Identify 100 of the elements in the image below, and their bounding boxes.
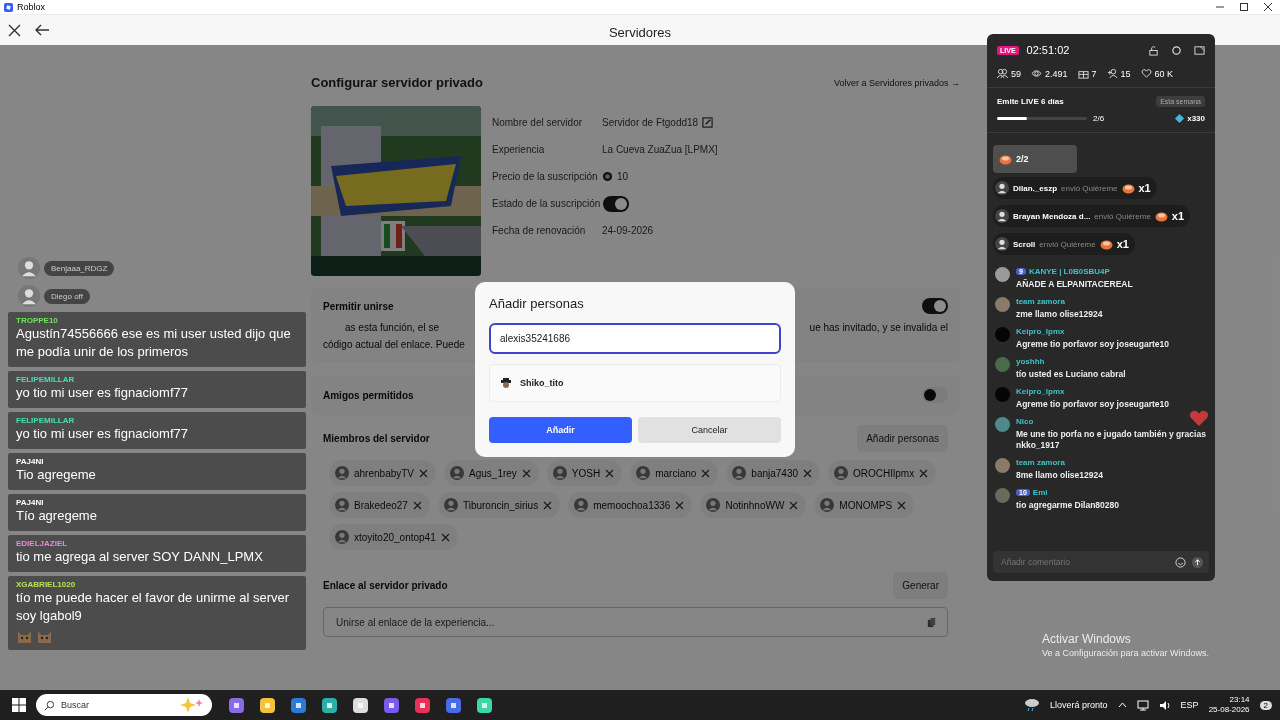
add-button[interactable]: Añadir	[489, 417, 632, 443]
avatar-icon	[995, 357, 1010, 372]
start-icon[interactable]	[12, 698, 26, 712]
network-icon[interactable]	[1136, 699, 1149, 711]
member-chip[interactable]: banja7430	[726, 460, 821, 486]
remove-icon[interactable]	[605, 468, 615, 478]
chevron-up-icon[interactable]	[1117, 702, 1127, 708]
avatar-icon	[732, 466, 747, 480]
remove-icon[interactable]	[789, 500, 799, 510]
remove-icon[interactable]	[419, 468, 429, 478]
avatar-icon	[820, 498, 835, 512]
comment-text: Agreme tio porfavor soy joseugarte10	[1016, 339, 1170, 350]
notification-badge[interactable]: 2	[1259, 700, 1272, 710]
avatar-icon	[706, 498, 721, 512]
remove-icon[interactable]	[803, 468, 813, 478]
back-link[interactable]: Volver a Servidores privados →	[833, 77, 960, 88]
comment-field[interactable]: Añadir comentario	[993, 551, 1209, 573]
close-button[interactable]	[8, 23, 21, 37]
avatar-icon	[995, 209, 1009, 223]
gift-icon	[999, 153, 1012, 165]
suggestion-item[interactable]: Shiko_tito	[489, 364, 781, 402]
comment-field[interactable]: Añadir comentario	[999, 556, 1169, 568]
voice-name: Benjaaa_RDGZ	[44, 260, 115, 276]
window-title: Roblox	[17, 2, 45, 12]
member-chip[interactable]: OROCHIlpmx	[828, 460, 937, 486]
avatar-icon	[995, 267, 1010, 282]
member-chip[interactable]: marciano	[630, 460, 719, 486]
gift-count: 2/2	[1016, 154, 1029, 164]
remove-icon[interactable]	[701, 468, 711, 478]
weather-icon	[1024, 698, 1041, 712]
comment-user: Keipro_lpmx	[1016, 327, 1065, 336]
toggle-switch[interactable]	[922, 298, 948, 314]
member-chip[interactable]: xtoyito20_ontop41	[329, 524, 458, 550]
remove-icon[interactable]	[412, 500, 422, 510]
search-field[interactable]: Buscar	[36, 694, 212, 716]
stat-value: 2.491	[1045, 68, 1068, 79]
remove-icon[interactable]	[897, 500, 907, 510]
username-field[interactable]: alexis35241686	[489, 323, 781, 354]
remove-icon[interactable]	[675, 500, 685, 510]
comment-text: AÑADE A ELPANITACEREAL	[1016, 279, 1133, 290]
remove-icon[interactable]	[440, 532, 450, 542]
add-people-button[interactable]: Añadir personas	[857, 425, 948, 452]
toggle-switch[interactable]	[922, 387, 948, 403]
detail-label: Nombre del servidor	[492, 117, 584, 128]
generate-button[interactable]: Generar	[893, 572, 948, 599]
chat-username: FELIPEMILLAR	[16, 416, 76, 425]
description-text: as esta función, el se	[345, 321, 439, 335]
send-icon[interactable]	[1192, 556, 1203, 568]
progress-text: 2/6	[1093, 114, 1105, 123]
back-button[interactable]	[35, 24, 50, 36]
chat-username: XGABRIEL1020	[16, 580, 77, 589]
maximize-icon[interactable]	[1240, 3, 1248, 11]
chat-username: PAJ4NI	[16, 498, 45, 507]
gift-user: Dilan._eszp	[1013, 183, 1057, 193]
volume-icon[interactable]	[1158, 699, 1171, 711]
member-chip[interactable]: memoochoa1336	[568, 492, 693, 518]
avatar-icon	[335, 466, 349, 480]
member-chip[interactable]: NotinhnoWW	[700, 492, 807, 518]
avatar-icon	[450, 466, 465, 480]
language-indicator[interactable]: ESP	[1180, 700, 1199, 710]
member-chip[interactable]: Agus_1rey	[444, 460, 539, 486]
comment-text: tío usted es Luciano cabral	[1016, 369, 1126, 380]
stat-value: 59	[1011, 68, 1021, 79]
copy-icon[interactable]	[926, 616, 937, 628]
gift-icon	[1099, 238, 1113, 250]
member-chip[interactable]: MONOMPS	[814, 492, 915, 518]
avatar-icon	[834, 466, 849, 480]
edit-icon[interactable]	[702, 117, 714, 128]
avatar-icon	[636, 466, 651, 480]
clock[interactable]: 23:14 25-08-2026	[1208, 695, 1250, 715]
username-field[interactable]: alexis35241686	[498, 332, 772, 345]
cancel-button[interactable]: Cancelar	[638, 417, 781, 443]
detail-label: Fecha de renovación	[492, 225, 587, 236]
member-chip[interactable]: Brakedeo27	[329, 492, 430, 518]
emoji-icon[interactable]	[1175, 556, 1186, 568]
reward-text: x330	[1187, 114, 1205, 123]
gift-icon	[1077, 68, 1089, 79]
avatar-icon	[335, 498, 349, 512]
remove-icon[interactable]	[543, 500, 553, 510]
member-chip[interactable]: ahrenbabyTV	[329, 460, 437, 486]
toggle-switch[interactable]	[603, 195, 630, 212]
lock-icon[interactable]	[1148, 44, 1159, 56]
dialog-title: Añadir personas	[489, 296, 585, 311]
minimize-icon[interactable]	[1216, 3, 1224, 11]
heart-icon	[1189, 409, 1209, 427]
member-chip[interactable]: YOSH	[546, 460, 623, 486]
remove-icon[interactable]	[919, 468, 929, 478]
close-icon[interactable]	[1264, 3, 1272, 11]
avatar-icon	[574, 498, 589, 512]
avatar-icon	[552, 466, 567, 480]
gift-action: envió Quiéreme	[1094, 211, 1151, 221]
member-chip[interactable]: Tiburoncin_sirius	[437, 492, 561, 518]
remove-icon[interactable]	[521, 468, 531, 478]
description-text: ue has invitado, y se invalida el	[809, 321, 948, 335]
screen-icon[interactable]	[1194, 44, 1205, 56]
link-field[interactable]: Unirse al enlace de la experiencia...	[334, 615, 926, 629]
avatar-icon	[995, 417, 1010, 432]
section-label: Miembros del servidor	[323, 433, 430, 444]
link-field[interactable]: Unirse al enlace de la experiencia...	[323, 607, 948, 637]
gift-user: Brayan Mendoza d...	[1013, 211, 1091, 221]
